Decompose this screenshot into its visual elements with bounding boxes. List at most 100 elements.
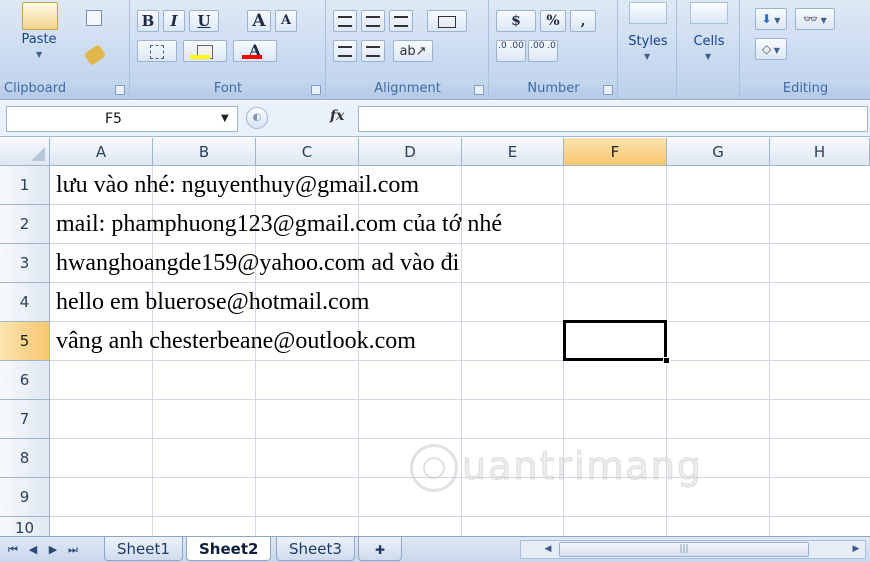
cells-dropdown-icon[interactable]: ▼ xyxy=(705,52,711,61)
row-header-3[interactable]: 3 xyxy=(0,244,50,283)
decrease-decimal-button[interactable]: .00 .0 xyxy=(528,40,558,62)
select-all-icon xyxy=(31,147,45,161)
align-left-button[interactable] xyxy=(333,10,357,32)
scroll-right-icon[interactable]: ▶ xyxy=(849,542,863,557)
increase-decimal-button[interactable]: .0 .00 xyxy=(496,40,526,62)
column-header-a[interactable]: A xyxy=(50,138,153,166)
paste-button[interactable]: Paste xyxy=(14,32,64,47)
format-painter-icon[interactable] xyxy=(83,44,107,66)
borders-button[interactable] xyxy=(137,40,177,62)
increase-indent-button[interactable] xyxy=(361,40,385,62)
ribbon: Paste ▼ Clipboard B I U A A A Font ab↗ A… xyxy=(0,0,870,100)
column-header-e[interactable]: E xyxy=(462,138,564,166)
shrink-font-button[interactable]: A xyxy=(275,10,297,32)
fill-handle[interactable] xyxy=(663,357,670,364)
styles-dropdown-icon[interactable]: ▼ xyxy=(644,52,650,61)
bold-button[interactable]: B xyxy=(137,10,159,32)
name-box-dropdown-icon[interactable]: ▼ xyxy=(221,113,229,124)
align-right-button[interactable] xyxy=(389,10,413,32)
font-label: Font xyxy=(131,80,325,98)
row-header-2[interactable]: 2 xyxy=(0,205,50,244)
styles-group[interactable]: Styles ▼ xyxy=(619,0,677,100)
clipboard-launcher-icon[interactable] xyxy=(115,85,125,95)
grid-line xyxy=(50,399,870,400)
cell-a4[interactable]: hello em bluerose@hotmail.com xyxy=(56,283,369,322)
decrease-indent-button[interactable] xyxy=(333,40,357,62)
fill-color-swatch xyxy=(190,55,210,59)
cells-button[interactable]: Cells xyxy=(678,34,740,49)
formula-bar: F5 ▼ ◐ fx xyxy=(0,101,870,137)
italic-button[interactable]: I xyxy=(163,10,185,32)
paste-dropdown-icon[interactable]: ▼ xyxy=(36,50,42,59)
copy-icon[interactable] xyxy=(86,10,102,26)
alignment-launcher-icon[interactable] xyxy=(474,85,484,95)
fill-down-button[interactable]: ⬇ ▼ xyxy=(755,8,787,30)
insert-sheet-icon: ✚ xyxy=(375,543,386,557)
insert-sheet-button[interactable]: ✚ xyxy=(358,537,403,561)
column-header-g[interactable]: G xyxy=(667,138,770,166)
next-sheet-icon[interactable]: ▶ xyxy=(44,541,62,559)
row-header-8[interactable]: 8 xyxy=(0,439,50,478)
row-header-1[interactable]: 1 xyxy=(0,166,50,205)
select-all-button[interactable] xyxy=(0,138,50,166)
cells-group[interactable]: Cells ▼ xyxy=(678,0,740,100)
sheet-tab-sheet3[interactable]: Sheet3 xyxy=(276,537,355,561)
styles-button[interactable]: Styles xyxy=(619,34,677,49)
row-header-5[interactable]: 5 xyxy=(0,322,50,361)
borders-icon xyxy=(150,44,164,59)
clipboard-label: Clipboard xyxy=(0,80,129,98)
name-box[interactable]: F5 ▼ xyxy=(6,106,238,132)
first-sheet-icon[interactable]: ⏮ xyxy=(4,541,22,559)
comma-button[interactable]: , xyxy=(570,10,596,32)
prev-sheet-icon[interactable]: ◀ xyxy=(24,541,42,559)
sheet-tab-sheet1[interactable]: Sheet1 xyxy=(104,537,183,561)
grid-line xyxy=(769,166,770,536)
cell-a5[interactable]: vâng anh chesterbeane@outlook.com xyxy=(56,322,416,361)
insert-function-button[interactable]: fx xyxy=(330,108,344,124)
column-header-b[interactable]: B xyxy=(153,138,256,166)
alignment-label: Alignment xyxy=(327,80,488,98)
column-header-f[interactable]: F xyxy=(564,138,667,166)
merge-center-button[interactable] xyxy=(427,10,467,32)
editing-group: ⬇ ▼ 👓 ▼ ◇ ▼ Editing xyxy=(741,0,870,100)
sheet-tab-sheet2[interactable]: Sheet2 xyxy=(186,537,272,561)
scroll-left-icon[interactable]: ◀ xyxy=(541,542,555,557)
align-left-icon xyxy=(338,16,352,27)
column-header-d[interactable]: D xyxy=(359,138,462,166)
row-header-9[interactable]: 9 xyxy=(0,478,50,517)
font-color-swatch xyxy=(242,55,262,59)
styles-icon xyxy=(629,2,667,24)
fill-color-button[interactable] xyxy=(183,40,227,62)
row-header-6[interactable]: 6 xyxy=(0,361,50,400)
scrollbar-thumb[interactable]: ||| xyxy=(559,542,809,557)
cell-a3[interactable]: hwanghoangde159@yahoo.com ad vào đi xyxy=(56,244,459,283)
last-sheet-icon[interactable]: ⏭ xyxy=(64,541,82,559)
column-header-c[interactable]: C xyxy=(256,138,359,166)
number-launcher-icon[interactable] xyxy=(603,85,613,95)
row-header-10[interactable]: 10 xyxy=(0,517,50,536)
orientation-button[interactable]: ab↗ xyxy=(393,40,433,62)
font-launcher-icon[interactable] xyxy=(311,85,321,95)
currency-button[interactable]: $ xyxy=(496,10,536,32)
eraser-icon: ◇ xyxy=(762,42,772,56)
percent-button[interactable]: % xyxy=(540,10,566,32)
find-select-button[interactable]: 👓 ▼ xyxy=(795,8,835,30)
cell-a2[interactable]: mail: phamphuong123@gmail.com của tớ nhé xyxy=(56,205,502,244)
worksheet-grid[interactable]: A B C D E F G H 1 2 3 4 5 6 7 8 9 10 lưu… xyxy=(0,138,870,536)
decrease-decimal-label: .00 .0 xyxy=(530,41,556,51)
underline-button[interactable]: U xyxy=(189,10,219,32)
row-header-7[interactable]: 7 xyxy=(0,400,50,439)
cancel-entry-icon[interactable]: ◐ xyxy=(246,107,268,129)
align-center-button[interactable] xyxy=(361,10,385,32)
font-color-button[interactable]: A xyxy=(233,40,277,62)
clear-button[interactable]: ◇ ▼ xyxy=(755,38,787,60)
row-header-4[interactable]: 4 xyxy=(0,283,50,322)
grow-font-button[interactable]: A xyxy=(247,10,271,32)
paste-icon[interactable] xyxy=(22,2,58,30)
grid-line xyxy=(50,516,870,517)
selected-cell-f5[interactable] xyxy=(563,320,667,361)
column-header-h[interactable]: H xyxy=(770,138,870,166)
formula-input[interactable] xyxy=(358,106,868,132)
cell-a1[interactable]: lưu vào nhé: nguyenthuy@gmail.com xyxy=(56,166,419,205)
horizontal-scrollbar[interactable]: ◀ ||| ▶ xyxy=(520,540,866,559)
